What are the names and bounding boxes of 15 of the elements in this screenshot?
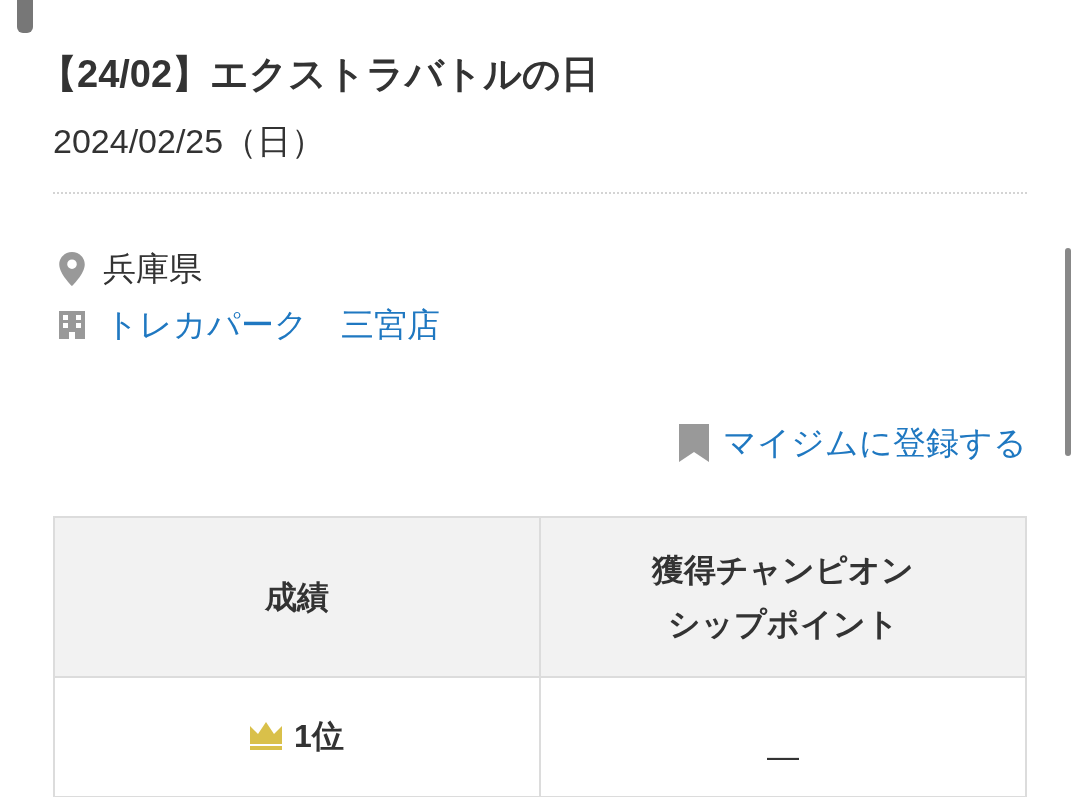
store-link[interactable]: トレカパーク 三宮店 — [105, 302, 440, 348]
crown-icon — [250, 722, 283, 750]
points-text: — — [767, 738, 799, 774]
building-icon — [59, 311, 85, 339]
register-mygym-link[interactable]: マイジムに登録する — [679, 420, 1027, 466]
event-title: 【24/02】エクストラバトルの日 — [39, 52, 600, 97]
prefecture-text: 兵庫県 — [103, 249, 202, 289]
column-header: 成績 — [264, 578, 330, 617]
rank-text: 1位 — [294, 717, 344, 756]
location-pin-icon — [59, 252, 85, 286]
scrollbar-thumb[interactable] — [1065, 248, 1071, 456]
column-header: 獲得チャンピオンシップポイント — [652, 551, 914, 644]
bookmark-icon — [679, 424, 709, 462]
scroll-handle[interactable] — [17, 0, 33, 33]
event-date: 2024/02/25（日） — [53, 121, 326, 162]
